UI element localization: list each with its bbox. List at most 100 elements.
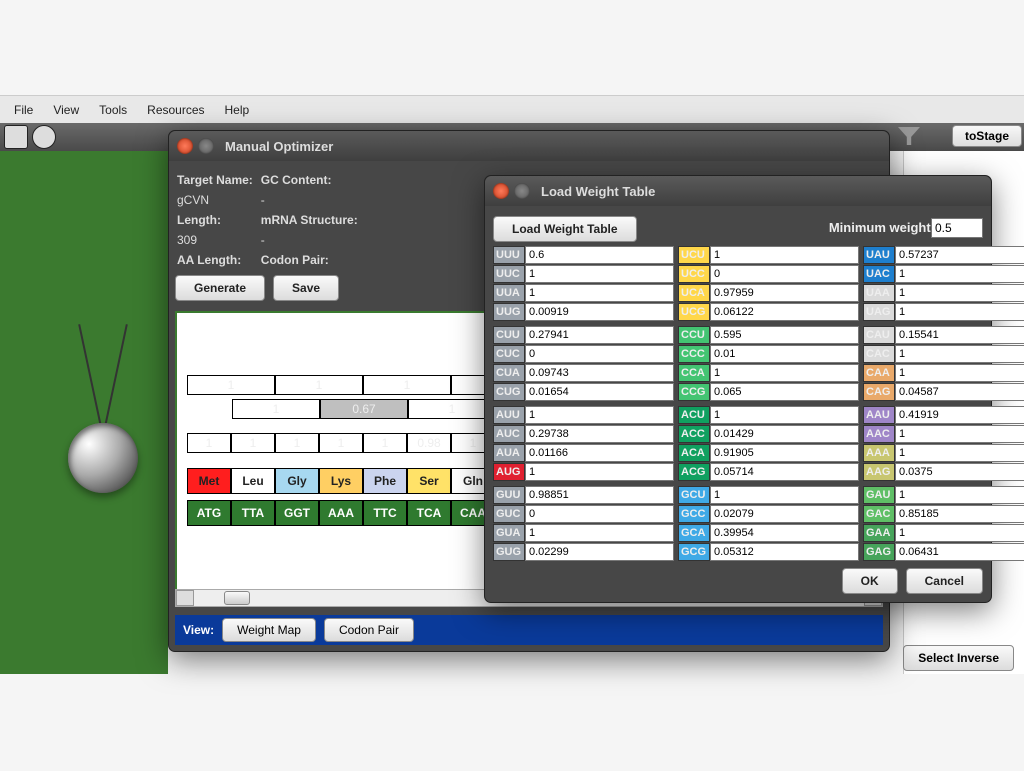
weight-map-button[interactable]: Weight Map [222,618,316,642]
codon-weight-input[interactable] [525,345,674,363]
filter-icon[interactable] [898,127,920,145]
select-inverse-button[interactable]: Select Inverse [903,645,1014,671]
codon-weight-input[interactable] [710,383,859,401]
grid-cell[interactable]: 1 [187,433,231,453]
codon-weight-input[interactable] [525,524,674,542]
grid-cell[interactable]: 1 [231,433,275,453]
scroll-thumb[interactable] [224,591,250,605]
codon-weight-input[interactable] [710,345,859,363]
min-weight-input[interactable] [931,218,983,238]
grid-cell[interactable]: 0.98 [407,433,451,453]
codon-weight-input[interactable] [525,383,674,401]
menu-help[interactable]: Help [215,99,260,121]
codon-weight-input[interactable] [895,383,1024,401]
codon-weight-input[interactable] [525,406,674,424]
codon-weight-input[interactable] [895,444,1024,462]
close-icon[interactable] [177,138,193,154]
codon-weight-input[interactable] [710,265,859,283]
minimize-icon[interactable] [514,183,530,199]
cancel-button[interactable]: Cancel [906,568,983,594]
codon-weight-input[interactable] [710,444,859,462]
amino-acid-cell[interactable]: Phe [363,468,407,494]
menu-file[interactable]: File [4,99,43,121]
codon-weight-input[interactable] [895,486,1024,504]
grid-cell[interactable]: 1 [275,375,363,395]
codon-weight-input[interactable] [710,524,859,542]
codon-weight-input[interactable] [895,364,1024,382]
grid-cell[interactable]: 0.67 [320,399,408,419]
amino-acid-cell[interactable]: Gly [275,468,319,494]
codon-weight-input[interactable] [710,543,859,561]
codon-weight-input[interactable] [710,463,859,481]
menu-resources[interactable]: Resources [137,99,214,121]
grid-cell[interactable]: 1 [275,433,319,453]
codon-weight-input[interactable] [710,364,859,382]
codon-weight-input[interactable] [525,425,674,443]
amino-acid-cell[interactable]: Lys [319,468,363,494]
grid-cell[interactable]: 1 [363,375,451,395]
minimize-icon[interactable] [198,138,214,154]
grid-cell[interactable]: 1 [408,399,496,419]
codon-weight-input[interactable] [710,425,859,443]
codon-weight-input[interactable] [525,284,674,302]
codon-weight-input[interactable] [710,486,859,504]
codon-weight-input[interactable] [895,345,1024,363]
codon-weight-input[interactable] [895,505,1024,523]
codon-pair-button[interactable]: Codon Pair [324,618,414,642]
to-stage-button[interactable]: toStage [952,125,1022,147]
codon-cell[interactable]: ATG [187,500,231,526]
grid-cell[interactable]: 1 [187,375,275,395]
codon-weight-input[interactable] [525,364,674,382]
codon-cell[interactable]: GGT [275,500,319,526]
grid-cell[interactable]: 1 [232,399,320,419]
ok-button[interactable]: OK [842,568,898,594]
codon-cell[interactable]: TCA [407,500,451,526]
codon-weight-input[interactable] [895,425,1024,443]
codon-weight-input[interactable] [895,284,1024,302]
grid-cell[interactable]: 1 [363,433,407,453]
codon-weight-input[interactable] [895,326,1024,344]
codon-weight-input[interactable] [525,326,674,344]
codon-cell[interactable]: TTC [363,500,407,526]
menu-tools[interactable]: Tools [89,99,137,121]
scroll-left-icon[interactable] [176,590,194,606]
codon-weight-input[interactable] [525,246,674,264]
amino-acid-cell[interactable]: Leu [231,468,275,494]
generate-button[interactable]: Generate [175,275,265,301]
load-weight-table-button[interactable]: Load Weight Table [493,216,637,242]
new-file-icon[interactable] [4,125,28,149]
codon-weight-input[interactable] [710,303,859,321]
codon-weight-input[interactable] [895,463,1024,481]
codon-weight-input[interactable] [710,505,859,523]
codon-weight-input[interactable] [710,326,859,344]
grid-cell[interactable]: 1 [319,433,363,453]
codon-cell[interactable]: AAA [319,500,363,526]
menu-view[interactable]: View [43,99,89,121]
codon-cell[interactable]: TTA [231,500,275,526]
codon-weight-input[interactable] [525,463,674,481]
codon-weight-input[interactable] [895,246,1024,264]
codon-weight-input[interactable] [525,444,674,462]
codon-weight-input[interactable] [710,246,859,264]
codon-weight-input[interactable] [525,486,674,504]
codon-weight-input[interactable] [895,524,1024,542]
codon-row: CCA [678,364,859,382]
codon-weight-input[interactable] [525,303,674,321]
lwt-titlebar[interactable]: Load Weight Table [485,176,991,206]
mo-titlebar[interactable]: Manual Optimizer [169,131,889,161]
codon-weight-input[interactable] [525,505,674,523]
codon-weight-input[interactable] [525,265,674,283]
amino-acid-cell[interactable]: Met [187,468,231,494]
codon-weight-input[interactable] [895,265,1024,283]
codon-row: GUC [493,505,674,523]
codon-weight-input[interactable] [525,543,674,561]
codon-weight-input[interactable] [895,303,1024,321]
refresh-icon[interactable] [32,125,56,149]
codon-weight-input[interactable] [895,406,1024,424]
codon-weight-input[interactable] [895,543,1024,561]
close-icon[interactable] [493,183,509,199]
codon-weight-input[interactable] [710,284,859,302]
codon-weight-input[interactable] [710,406,859,424]
amino-acid-cell[interactable]: Ser [407,468,451,494]
save-button[interactable]: Save [273,275,339,301]
